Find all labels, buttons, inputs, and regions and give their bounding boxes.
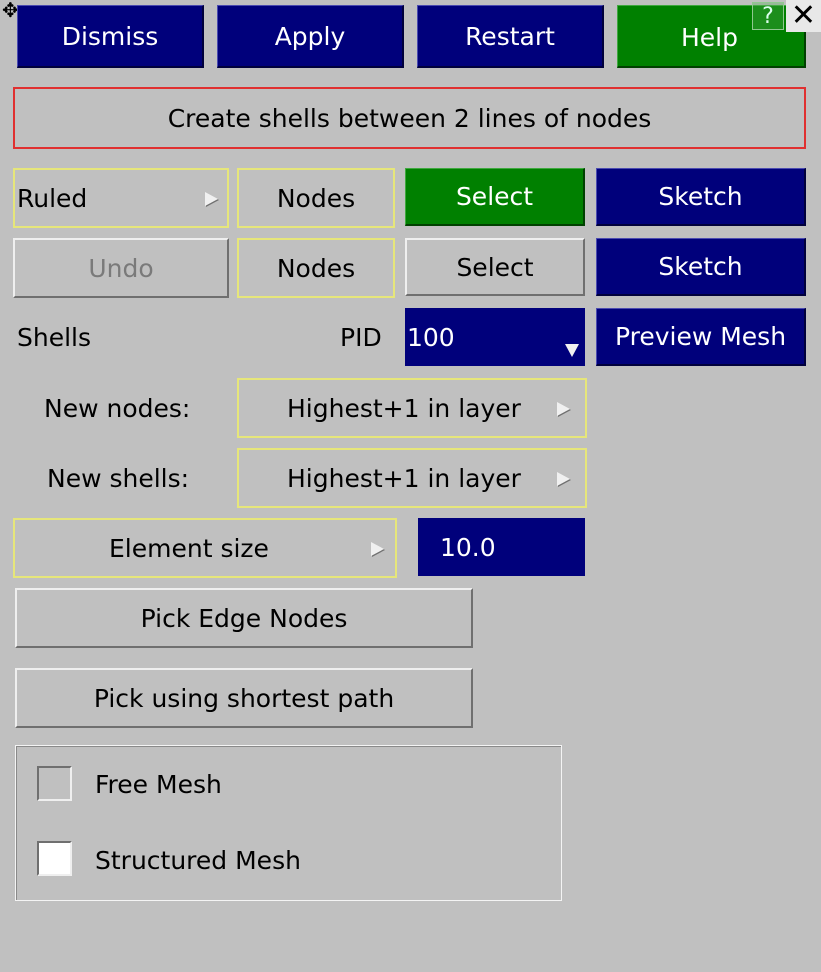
method-dropdown-label: Ruled: [17, 183, 88, 213]
help-button-label: Help: [681, 23, 738, 52]
panel-title: Create shells between 2 lines of nodes: [13, 87, 806, 149]
select-button-1[interactable]: Select: [405, 168, 585, 226]
new-shells-label: New shells:: [47, 463, 190, 493]
nodes-button-2[interactable]: Nodes: [237, 238, 395, 298]
pid-label: PID: [340, 322, 382, 352]
close-icon[interactable]: ✕: [786, 0, 821, 32]
pick-shortest-path-button[interactable]: Pick using shortest path: [15, 668, 473, 728]
new-nodes-dropdown[interactable]: Highest+1 in layer: [237, 378, 587, 438]
question-icon[interactable]: ?: [752, 2, 784, 30]
chevron-right-icon: [205, 192, 218, 206]
new-shells-value: Highest+1 in layer: [287, 463, 521, 493]
sketch-button-1[interactable]: Sketch: [596, 168, 806, 226]
chevron-right-icon: [557, 472, 570, 486]
free-mesh-checkbox[interactable]: [37, 766, 72, 801]
restart-button[interactable]: Restart: [417, 5, 604, 68]
chevron-right-icon: [371, 542, 384, 556]
element-size-value: 10.0: [440, 532, 496, 562]
apply-button[interactable]: Apply: [217, 5, 404, 68]
preview-mesh-button[interactable]: Preview Mesh: [596, 308, 806, 366]
sketch-button-2[interactable]: Sketch: [596, 238, 806, 296]
shells-label: Shells: [17, 322, 92, 352]
element-size-dropdown[interactable]: Element size: [13, 518, 397, 578]
free-mesh-label: Free Mesh: [95, 769, 222, 799]
dismiss-button[interactable]: Dismiss: [17, 5, 204, 68]
pid-select[interactable]: 100: [405, 308, 585, 366]
structured-mesh-checkbox[interactable]: [37, 841, 72, 876]
chevron-right-icon: [557, 402, 570, 416]
new-nodes-label: New nodes:: [44, 393, 191, 423]
new-nodes-value: Highest+1 in layer: [287, 393, 521, 423]
nodes-button-1[interactable]: Nodes: [237, 168, 395, 228]
method-dropdown[interactable]: Ruled: [13, 168, 229, 228]
new-shells-dropdown[interactable]: Highest+1 in layer: [237, 448, 587, 508]
undo-button[interactable]: Undo: [13, 238, 229, 298]
pid-value: 100: [407, 322, 455, 352]
element-size-input[interactable]: 10.0: [418, 518, 585, 576]
chevron-down-icon: [565, 344, 579, 357]
select-button-2[interactable]: Select: [405, 238, 585, 296]
pick-edge-nodes-button[interactable]: Pick Edge Nodes: [15, 588, 473, 648]
element-size-label: Element size: [109, 533, 269, 563]
structured-mesh-label: Structured Mesh: [95, 845, 301, 875]
